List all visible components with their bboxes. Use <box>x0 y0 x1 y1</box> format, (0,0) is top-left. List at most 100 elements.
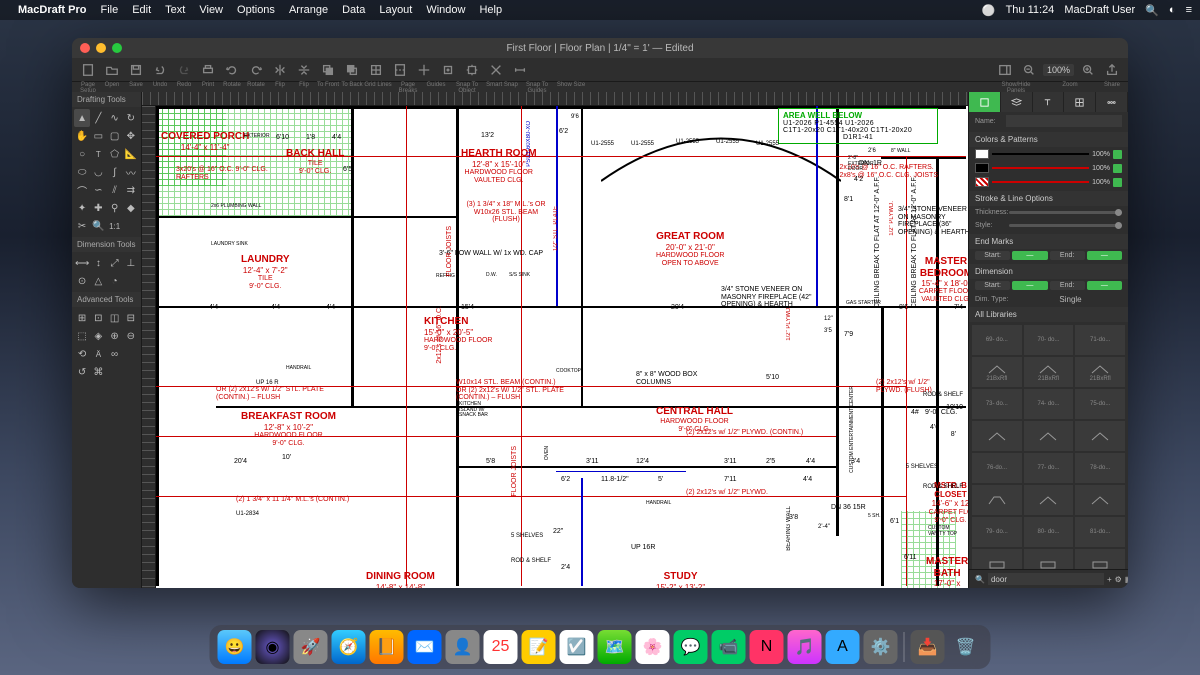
start-mark[interactable]: Start: <box>975 251 1010 260</box>
undo-button[interactable] <box>148 60 172 80</box>
library-view-button[interactable]: ▦ <box>1125 575 1128 584</box>
radial-dim-tool[interactable]: ⊙ <box>74 272 90 290</box>
dock-facetime[interactable]: 📹 <box>712 630 746 664</box>
share-button[interactable] <box>1100 60 1124 80</box>
open-button[interactable] <box>100 60 124 80</box>
offset-tool[interactable]: ⇉ <box>123 181 139 199</box>
adv-9[interactable]: ⟲ <box>74 345 90 363</box>
diag-dim-tool[interactable]: ⤢ <box>107 254 123 272</box>
select-tool[interactable]: ▲ <box>74 109 90 127</box>
vdim-tool[interactable]: ↕ <box>90 254 106 272</box>
to-front-button[interactable] <box>316 60 340 80</box>
rect-tool[interactable]: ▭ <box>90 127 106 145</box>
lib-item[interactable] <box>972 485 1022 515</box>
menu-help[interactable]: Help <box>479 4 502 16</box>
page-breaks-button[interactable] <box>388 60 412 80</box>
adv-8[interactable]: ⊖ <box>123 327 139 345</box>
line-tool[interactable]: ╱ <box>90 109 106 127</box>
dock-finder[interactable]: 😀 <box>218 630 252 664</box>
show-size-button[interactable] <box>508 60 532 80</box>
adv-11[interactable]: ∞ <box>107 345 123 363</box>
rounded-rect-tool[interactable]: ▢ <box>107 127 123 145</box>
lib-item[interactable]: 21BxRfl <box>972 357 1022 387</box>
redo-button[interactable] <box>172 60 196 80</box>
rotate-cw-button[interactable] <box>244 60 268 80</box>
parallel-tool[interactable]: ⫽ <box>107 181 123 199</box>
dock-calendar[interactable]: 25 <box>484 630 518 664</box>
menu-data[interactable]: Data <box>342 4 365 16</box>
dock-launchpad[interactable]: 🚀 <box>294 630 328 664</box>
zoom-out-button[interactable] <box>1017 60 1041 80</box>
pattern-toggle[interactable] <box>1113 178 1122 187</box>
fill-swatch[interactable] <box>975 149 989 159</box>
adv-2[interactable]: ⊡ <box>90 309 106 327</box>
adv-12[interactable]: ↺ <box>74 363 90 381</box>
polyline-tool[interactable]: ∿ <box>107 109 123 127</box>
notifications-icon[interactable]: ≡ <box>1186 4 1192 16</box>
lib-item[interactable] <box>1075 549 1125 569</box>
move-tool[interactable]: ✥ <box>123 127 139 145</box>
lib-item[interactable] <box>1075 485 1125 515</box>
dim-type-select[interactable]: Single <box>1019 295 1122 304</box>
lib-item[interactable]: 77- do... <box>1024 453 1074 483</box>
wifi-icon[interactable]: ⚪ <box>982 4 996 17</box>
library-search[interactable] <box>988 573 1104 585</box>
to-back-button[interactable] <box>340 60 364 80</box>
dock-notes[interactable]: 📝 <box>522 630 556 664</box>
lib-item[interactable] <box>1024 549 1074 569</box>
lib-item[interactable]: 74- do... <box>1024 389 1074 419</box>
guides-button[interactable] <box>412 60 436 80</box>
rotate-ccw-button[interactable] <box>220 60 244 80</box>
add-library-button[interactable]: + <box>1107 575 1112 584</box>
snap-object-button[interactable] <box>436 60 460 80</box>
knife-tool[interactable]: ✂ <box>74 217 90 235</box>
angle-dim-tool[interactable]: △ <box>90 272 106 290</box>
dock-trash[interactable]: 🗑️ <box>949 630 983 664</box>
adv-10[interactable]: Ä <box>90 345 106 363</box>
menu-file[interactable]: File <box>100 4 118 16</box>
circle-tool[interactable]: ○ <box>74 145 90 163</box>
dock-safari[interactable]: 🧭 <box>332 630 366 664</box>
bezier-tool[interactable]: ∫ <box>107 163 123 181</box>
stroke-swatch[interactable] <box>975 163 989 173</box>
tab-more[interactable] <box>1096 92 1128 112</box>
control-center-icon[interactable]: ◐ <box>1169 4 1176 16</box>
flip-v-button[interactable] <box>292 60 316 80</box>
pattern-swatch[interactable] <box>975 177 989 187</box>
stroke-toggle[interactable] <box>1113 164 1122 173</box>
menu-window[interactable]: Window <box>426 4 465 16</box>
style-slider[interactable] <box>1009 224 1122 227</box>
lib-item[interactable]: 21BxRfl <box>1024 357 1074 387</box>
lib-item[interactable]: 76-do... <box>972 453 1022 483</box>
arc-dim-tool[interactable]: ◔ <box>107 272 123 290</box>
dock-downloads[interactable]: 📥 <box>911 630 945 664</box>
text-tool[interactable]: T <box>90 145 106 163</box>
fill-tool[interactable]: ◆ <box>123 199 139 217</box>
thickness-slider[interactable] <box>1009 211 1122 214</box>
zoom-tool[interactable]: 🔍 <box>90 217 106 235</box>
fill-toggle[interactable] <box>1113 150 1122 159</box>
flip-h-button[interactable] <box>268 60 292 80</box>
lib-item[interactable]: 78-do... <box>1075 453 1125 483</box>
zoom-in-button[interactable] <box>1076 60 1100 80</box>
menu-options[interactable]: Options <box>237 4 275 16</box>
dock-appstore[interactable]: A <box>826 630 860 664</box>
arc-tool[interactable]: ◡ <box>90 163 106 181</box>
page-setup-button[interactable] <box>76 60 100 80</box>
dock-news[interactable]: N <box>750 630 784 664</box>
dock-reminders[interactable]: ☑️ <box>560 630 594 664</box>
lib-item[interactable]: 75-do... <box>1075 389 1125 419</box>
tab-grid[interactable] <box>1064 92 1096 112</box>
dock-siri[interactable]: ◉ <box>256 630 290 664</box>
curve-tool[interactable]: ⌒ <box>74 181 90 199</box>
start-value[interactable]: — <box>1012 251 1047 260</box>
smart-snap-button[interactable] <box>460 60 484 80</box>
lib-item[interactable]: 71-do... <box>1075 325 1125 355</box>
dock-preferences[interactable]: ⚙️ <box>864 630 898 664</box>
lib-item[interactable] <box>1075 421 1125 451</box>
adv-4[interactable]: ⊟ <box>123 309 139 327</box>
drawing-canvas[interactable]: AREA WELL BELOW U1-2026 P1-4554 U1-2026 … <box>156 106 968 588</box>
show-panels-button[interactable] <box>993 60 1017 80</box>
lib-item[interactable] <box>972 421 1022 451</box>
tab-layers[interactable] <box>1001 92 1033 112</box>
